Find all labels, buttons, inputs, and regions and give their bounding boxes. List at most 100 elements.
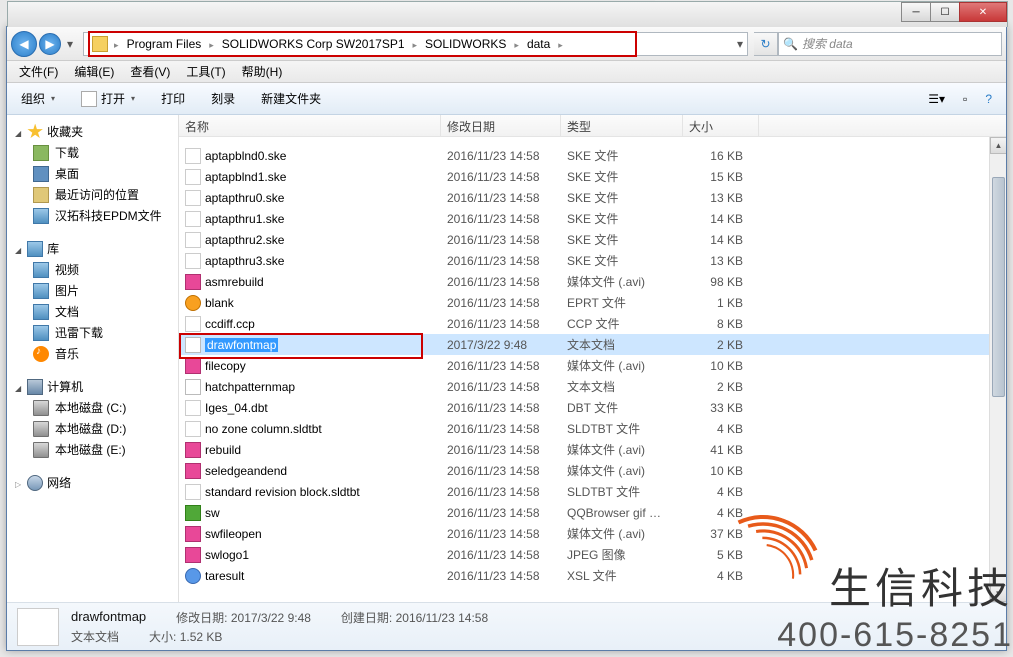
file-date: 2016/11/23 14:58 — [441, 401, 561, 415]
file-row[interactable]: swlogo12016/11/23 14:58JPEG 图像5 KB — [179, 544, 1006, 565]
sidebar-item-downloads[interactable]: 下载 — [7, 142, 178, 163]
sidebar-computer-head[interactable]: 计算机 — [7, 376, 178, 397]
file-size: 33 KB — [683, 401, 759, 415]
sidebar-libraries-head[interactable]: 库 — [7, 238, 178, 259]
sidebar-item-drive-c[interactable]: 本地磁盘 (C:) — [7, 397, 178, 418]
titlebar[interactable]: ……SOLIDWORKS登…SOLIDWORKS登…Login to the S… — [7, 1, 1008, 27]
scroll-up-button[interactable]: ▲ — [990, 137, 1006, 154]
file-row[interactable]: rebuild2016/11/23 14:58媒体文件 (.avi)41 KB — [179, 439, 1006, 460]
file-size: 10 KB — [683, 359, 759, 373]
maximize-button[interactable]: ☐ — [930, 2, 960, 22]
menu-item[interactable]: 文件(F) — [11, 61, 66, 82]
search-input[interactable]: 🔍 搜索 data — [778, 32, 1002, 56]
menu-item[interactable]: 编辑(E) — [66, 61, 122, 82]
column-header-date[interactable]: 修改日期 — [441, 115, 561, 136]
help-button[interactable]: ? — [979, 89, 998, 109]
file-size: 2 KB — [683, 380, 759, 394]
file-row[interactable]: no zone column.sldtbt2016/11/23 14:58SLD… — [179, 418, 1006, 439]
sidebar-favorites-head[interactable]: 收藏夹 — [7, 121, 178, 142]
file-name: asmrebuild — [205, 275, 264, 289]
file-icon — [185, 253, 201, 269]
file-row[interactable]: swfileopen2016/11/23 14:58媒体文件 (.avi)37 … — [179, 523, 1006, 544]
file-size: 10 KB — [683, 464, 759, 478]
file-date: 2016/11/23 14:58 — [441, 317, 561, 331]
scroll-thumb[interactable] — [992, 177, 1005, 397]
sidebar-item-recent[interactable]: 最近访问的位置 — [7, 184, 178, 205]
file-row[interactable]: sw2016/11/23 14:58QQBrowser gif …4 KB — [179, 502, 1006, 523]
minimize-button[interactable]: ─ — [901, 2, 931, 22]
nav-forward-button[interactable]: ▶ — [39, 33, 61, 55]
file-row[interactable]: aptapblnd0.ske2016/11/23 14:58SKE 文件16 K… — [179, 145, 1006, 166]
sidebar-network-head[interactable]: 网络 — [7, 472, 178, 493]
file-type: SKE 文件 — [561, 231, 683, 248]
burn-button[interactable]: 刻录 — [205, 87, 241, 110]
breadcrumb-item[interactable]: SOLIDWORKS — [419, 37, 512, 51]
file-row[interactable]: blank2016/11/23 14:58EPRT 文件1 KB — [179, 292, 1006, 313]
file-row[interactable]: standard revision block.sldtbt2016/11/23… — [179, 481, 1006, 502]
breadcrumb-item[interactable]: Program Files — [121, 37, 208, 51]
file-row[interactable]: aptapthru2.ske2016/11/23 14:58SKE 文件14 K… — [179, 229, 1006, 250]
file-list[interactable]: 名称 修改日期 类型 大小 aptapblnd0.ske2016/11/23 1… — [179, 115, 1006, 602]
sidebar-item-drive-d[interactable]: 本地磁盘 (D:) — [7, 418, 178, 439]
nav-back-button[interactable]: ◀ — [11, 31, 37, 57]
sidebar-item-drive-e[interactable]: 本地磁盘 (E:) — [7, 439, 178, 460]
menu-item[interactable]: 帮助(H) — [234, 61, 291, 82]
file-row[interactable]: aptapthru1.ske2016/11/23 14:58SKE 文件14 K… — [179, 208, 1006, 229]
address-dropdown[interactable]: ▾ — [737, 37, 743, 51]
drive-icon — [33, 421, 49, 437]
sidebar-item-documents[interactable]: 文档 — [7, 301, 178, 322]
file-row[interactable]: taresult2016/11/23 14:58XSL 文件4 KB — [179, 565, 1006, 586]
sidebar-item-pictures[interactable]: 图片 — [7, 280, 178, 301]
file-row[interactable]: aptapthru3.ske2016/11/23 14:58SKE 文件13 K… — [179, 250, 1006, 271]
file-row[interactable]: aptapblnd1.ske2016/11/23 14:58SKE 文件15 K… — [179, 166, 1006, 187]
breadcrumb-sep[interactable] — [512, 37, 521, 51]
breadcrumb-item[interactable]: data — [521, 37, 556, 51]
file-row[interactable]: filecopy2016/11/23 14:58媒体文件 (.avi)10 KB — [179, 355, 1006, 376]
file-row[interactable]: asmrebuild2016/11/23 14:58媒体文件 (.avi)98 … — [179, 271, 1006, 292]
close-button[interactable]: ✕ — [959, 2, 1007, 22]
status-cdate-label: 创建日期: — [341, 611, 392, 625]
nav-sidebar[interactable]: 收藏夹 下载 桌面 最近访问的位置 汉拓科技EPDM文件 库 视频 图片 文档 … — [7, 115, 179, 602]
file-row[interactable]: Iges_04.dbt2016/11/23 14:58DBT 文件33 KB — [179, 397, 1006, 418]
file-row[interactable]: seledgeandend2016/11/23 14:58媒体文件 (.avi)… — [179, 460, 1006, 481]
column-header-name[interactable]: 名称 — [179, 115, 441, 136]
new-folder-button[interactable]: 新建文件夹 — [255, 87, 327, 110]
scroll-down-button[interactable]: ▼ — [990, 585, 1006, 602]
sidebar-item-thunder[interactable]: 迅雷下载 — [7, 322, 178, 343]
menu-item[interactable]: 工具(T) — [178, 61, 233, 82]
vertical-scrollbar[interactable]: ▲ ▼ — [989, 137, 1006, 602]
breadcrumb-sep[interactable] — [112, 37, 121, 51]
recent-icon — [33, 187, 49, 203]
address-bar[interactable]: Program Files SOLIDWORKS Corp SW2017SP1 … — [83, 32, 748, 56]
sidebar-item-desktop[interactable]: 桌面 — [7, 163, 178, 184]
breadcrumb-sep[interactable] — [556, 37, 565, 51]
file-size: 13 KB — [683, 254, 759, 268]
column-header-size[interactable]: 大小 — [683, 115, 759, 136]
file-row[interactable]: drawfontmap2017/3/22 9:48文本文档2 KB — [179, 334, 1006, 355]
menu-item[interactable]: 查看(V) — [122, 61, 178, 82]
file-row[interactable]: hatchpatternmap2016/11/23 14:58文本文档2 KB — [179, 376, 1006, 397]
sidebar-item-videos[interactable]: 视频 — [7, 259, 178, 280]
file-row[interactable]: aptapthru0.ske2016/11/23 14:58SKE 文件13 K… — [179, 187, 1006, 208]
preview-pane-button[interactable]: ▫ — [957, 89, 973, 109]
file-type: 媒体文件 (.avi) — [561, 441, 683, 458]
column-header-type[interactable]: 类型 — [561, 115, 683, 136]
print-button[interactable]: 打印 — [155, 87, 191, 110]
body-area: 收藏夹 下载 桌面 最近访问的位置 汉拓科技EPDM文件 库 视频 图片 文档 … — [7, 115, 1006, 602]
file-row[interactable]: ccdiff.ccp2016/11/23 14:58CCP 文件8 KB — [179, 313, 1006, 334]
breadcrumb-item[interactable]: SOLIDWORKS Corp SW2017SP1 — [216, 37, 411, 51]
file-size: 4 KB — [683, 569, 759, 583]
open-button[interactable]: 打开 — [75, 87, 141, 110]
sidebar-item-epdm[interactable]: 汉拓科技EPDM文件 — [7, 205, 178, 226]
sidebar-item-music[interactable]: 音乐 — [7, 343, 178, 364]
file-icon — [185, 274, 201, 290]
breadcrumb-sep[interactable] — [207, 37, 216, 51]
file-type: SKE 文件 — [561, 168, 683, 185]
view-options-button[interactable]: ☰▾ — [922, 89, 951, 109]
refresh-button[interactable]: ↻ — [754, 32, 778, 56]
file-name: aptapblnd1.ske — [205, 170, 286, 184]
organize-button[interactable]: 组织 — [15, 87, 61, 110]
breadcrumb-sep[interactable] — [411, 37, 420, 51]
file-size: 8 KB — [683, 317, 759, 331]
nav-history-dropdown[interactable]: ▾ — [63, 37, 77, 51]
